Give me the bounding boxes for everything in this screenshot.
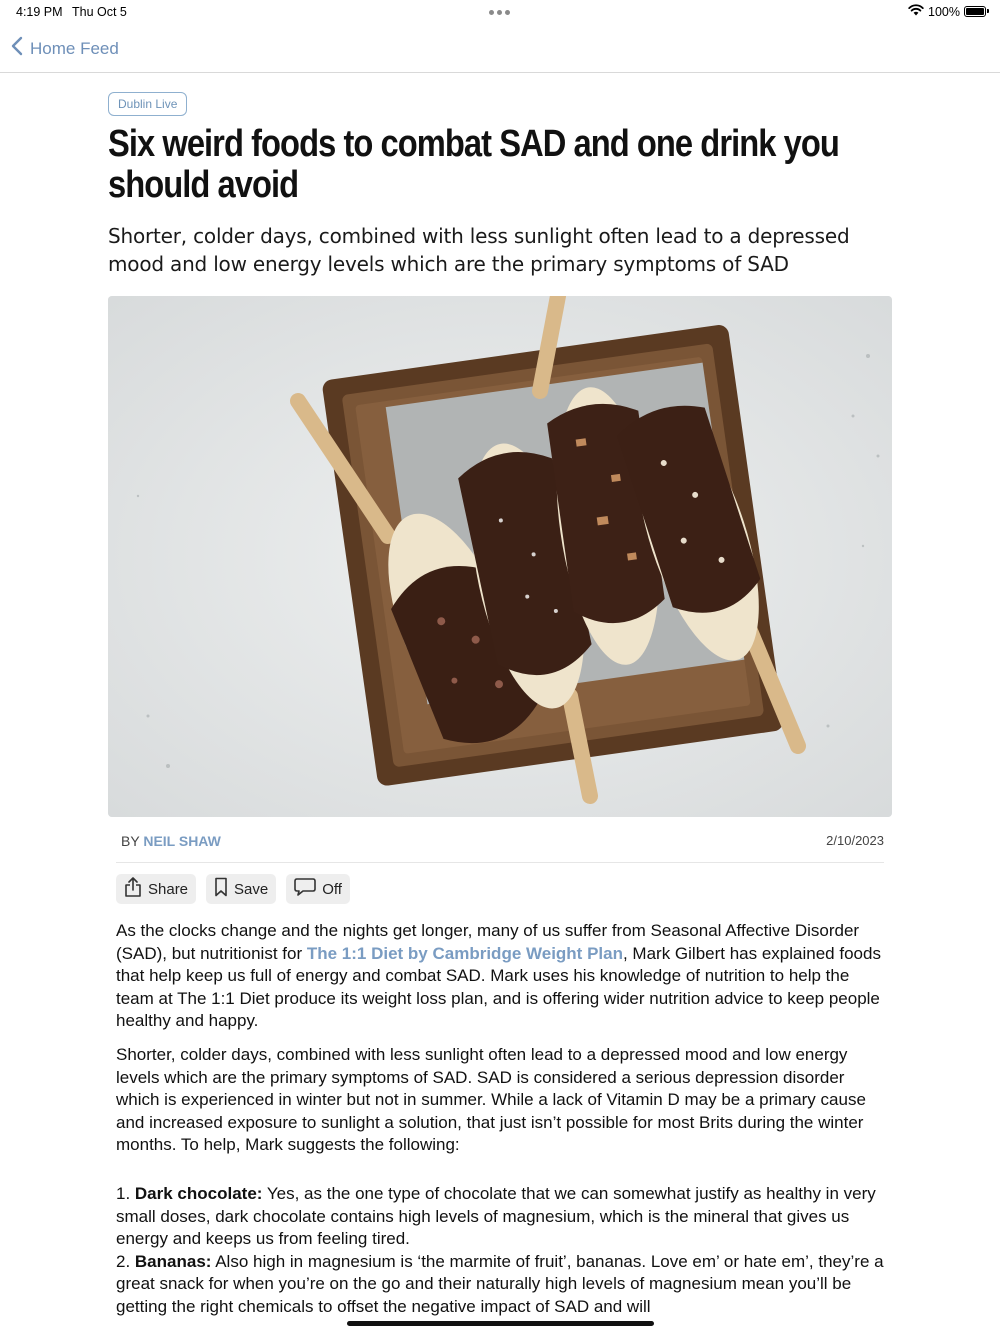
list-item-2: 2. Bananas: Also high in magnesium is ‘t… [116, 1251, 888, 1319]
home-indicator[interactable] [347, 1321, 654, 1326]
comments-label: Off [322, 880, 342, 898]
comments-button[interactable]: Off [286, 874, 350, 904]
byline-prefix: BY [121, 833, 140, 849]
navigation-bar: Home Feed [0, 26, 1000, 73]
article-actions: Share Save Off [116, 874, 350, 904]
status-indicators: 100% [908, 4, 989, 19]
back-button-label: Home Feed [30, 38, 119, 58]
comment-icon [294, 877, 317, 901]
article-headline: Six weird foods to combat SAD and one dr… [108, 123, 840, 206]
list-item-1-title: Dark chocolate: [134, 1183, 263, 1203]
list-item-1: 1. Dark chocolate: Yes, as the one type … [116, 1183, 888, 1251]
save-label: Save [234, 880, 269, 898]
share-icon [124, 877, 142, 901]
bookmark-icon [214, 877, 228, 901]
source-tag[interactable]: Dublin Live [108, 92, 188, 116]
frozen-banana-pops-illustration [108, 296, 892, 817]
status-bar: 4:19 PM Thu Oct 5 100% [0, 0, 1000, 26]
battery-icon [964, 6, 989, 17]
chevron-left-icon [10, 36, 24, 61]
list-item-2-number: 2. [116, 1251, 135, 1271]
article-body: As the clocks change and the nights get … [116, 920, 888, 1319]
list-item-2-title: Bananas: [134, 1251, 212, 1271]
publish-date: 2/10/2023 [826, 833, 884, 848]
paragraph-2: Shorter, colder days, combined with less… [116, 1044, 866, 1155]
diet-plan-link[interactable]: The 1:1 Diet by Cambridge Weight Plan [307, 944, 623, 963]
divider [116, 862, 884, 863]
save-button[interactable]: Save [206, 874, 277, 904]
wifi-icon [908, 4, 924, 19]
paragraph-1: As the clocks change and the nights get … [116, 920, 888, 1033]
article-dek: Shorter, colder days, combined with less… [108, 224, 850, 276]
list-item-2-text: Also high in magnesium is ‘the marmite o… [116, 1251, 884, 1316]
hero-image[interactable] [108, 296, 892, 817]
back-button[interactable]: Home Feed [10, 36, 119, 61]
status-date: Thu Oct 5 [72, 5, 127, 19]
multitasking-dots[interactable] [489, 10, 510, 15]
byline: BY NEIL SHAW [121, 833, 221, 849]
author-link[interactable]: NEIL SHAW [143, 833, 221, 849]
article-screen: 4:19 PM Thu Oct 5 100% Home Feed Dublin … [0, 0, 1000, 1334]
share-button[interactable]: Share [116, 874, 197, 904]
status-time: 4:19 PM [16, 5, 63, 19]
battery-percent: 100% [928, 4, 960, 19]
list-item-1-number: 1. [116, 1183, 135, 1203]
share-label: Share [148, 880, 189, 898]
